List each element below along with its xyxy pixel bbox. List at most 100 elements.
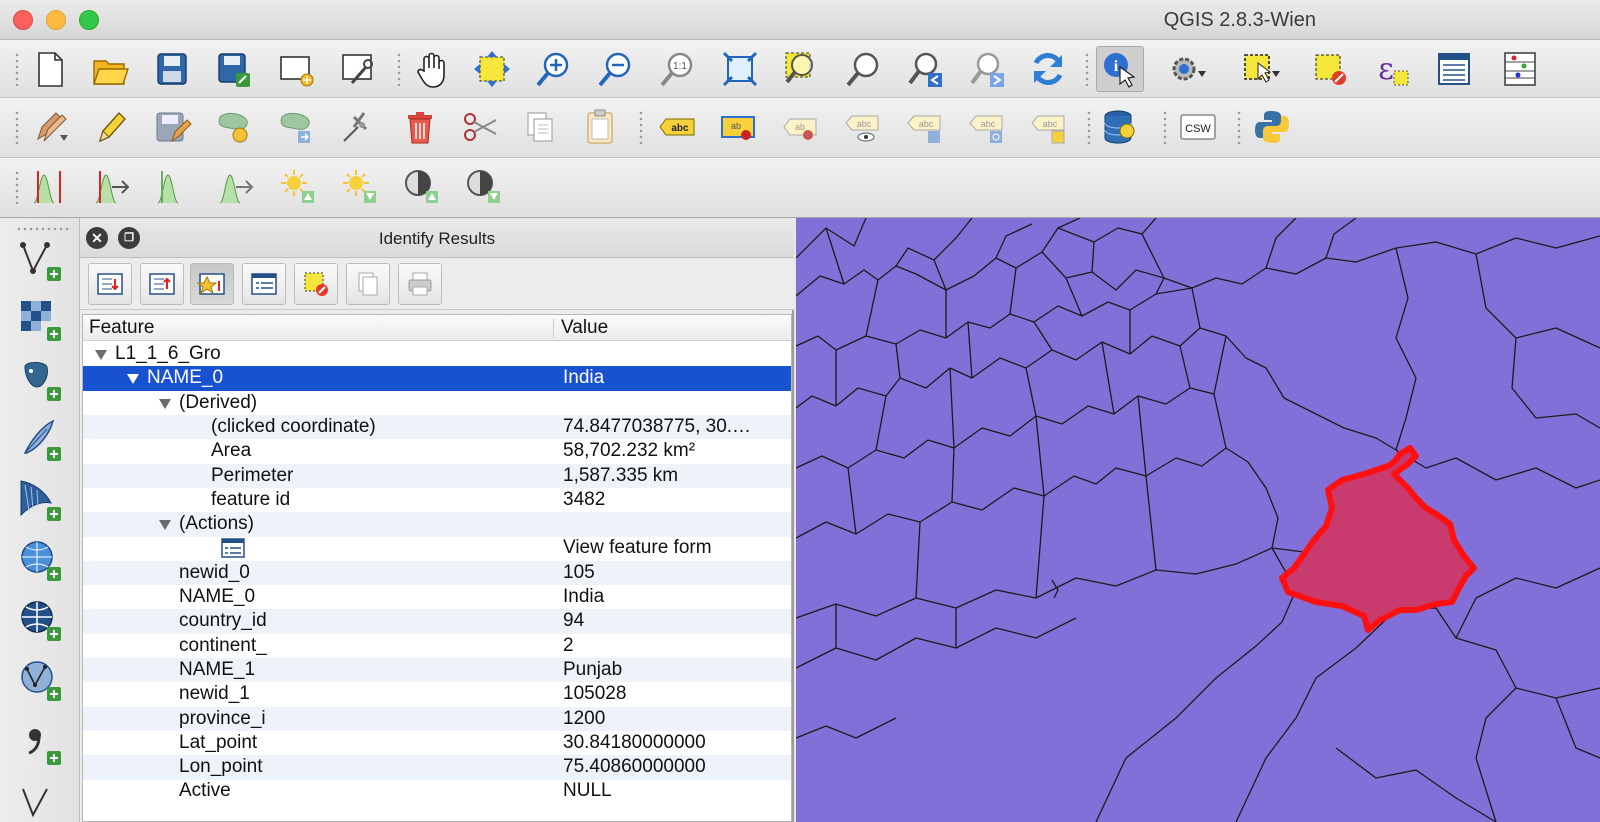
tree-row[interactable]: Active NULL xyxy=(83,779,791,804)
add-mssql-layer-icon[interactable] xyxy=(14,474,66,526)
add-feature-icon[interactable] xyxy=(210,104,258,150)
node-tool-icon[interactable] xyxy=(334,104,382,150)
identify-results-tree[interactable]: Feature Value L1_1_6_Gro NAME_0 India (Deri… xyxy=(82,314,792,822)
move-feature-icon[interactable] xyxy=(272,104,320,150)
zoom-out-icon[interactable] xyxy=(592,46,640,92)
zoom-actual-icon[interactable]: 1:1 xyxy=(654,46,702,92)
copy-feature-icon[interactable] xyxy=(346,263,390,305)
save-edits-icon[interactable] xyxy=(148,104,196,150)
expand-tree-icon[interactable] xyxy=(88,263,132,305)
tree-row[interactable]: NAME_1 Punjab xyxy=(83,657,791,683)
feature-form-icon[interactable] xyxy=(221,538,245,559)
select-feature-icon[interactable] xyxy=(1238,46,1286,92)
tree-row[interactable]: L1_1_6_Gro xyxy=(83,342,791,367)
toolbar-grip[interactable] xyxy=(14,170,20,204)
expand-arrow-icon[interactable] xyxy=(159,520,171,531)
toolbar-grip[interactable] xyxy=(1086,110,1092,144)
raster-local-cumulative-icon[interactable] xyxy=(212,164,260,210)
tree-row[interactable]: province_i 1200 xyxy=(83,706,791,731)
map-canvas[interactable] xyxy=(796,218,1600,822)
column-separator[interactable] xyxy=(553,318,554,338)
raster-histogram-stretch-icon[interactable] xyxy=(26,164,74,210)
pan-icon[interactable] xyxy=(408,46,456,92)
python-console-icon[interactable] xyxy=(1248,104,1296,150)
feature-column-header[interactable]: Feature xyxy=(89,317,154,339)
tree-row-selected[interactable]: NAME_0 India xyxy=(83,366,791,391)
tree-row[interactable]: View feature form xyxy=(83,536,791,561)
copy-features-icon[interactable] xyxy=(516,104,564,150)
statistics-icon[interactable] xyxy=(1496,46,1544,92)
refresh-icon[interactable] xyxy=(1024,46,1072,92)
add-postgis-layer-icon[interactable] xyxy=(14,354,66,406)
field-calculator-icon[interactable]: ε xyxy=(1368,46,1416,92)
toolbar-grip[interactable] xyxy=(396,52,402,86)
toolbar-grip[interactable] xyxy=(1084,52,1090,86)
pin-labels-icon[interactable]: ab xyxy=(714,104,762,150)
tree-row[interactable]: Lon_point 75.40860000000 xyxy=(83,755,791,780)
metasearch-icon[interactable]: CSW xyxy=(1174,104,1222,150)
increase-brightness-icon[interactable] xyxy=(274,164,322,210)
add-virtual-layer-icon[interactable] xyxy=(14,778,66,822)
add-spatialite-layer-icon[interactable] xyxy=(14,414,66,466)
tree-row[interactable]: feature id 3482 xyxy=(83,488,791,513)
save-as-icon[interactable] xyxy=(210,46,258,92)
expand-arrow-icon[interactable] xyxy=(127,374,139,385)
zoom-full-icon[interactable] xyxy=(716,46,764,92)
add-raster-layer-icon[interactable] xyxy=(14,294,66,346)
paste-features-icon[interactable] xyxy=(576,104,624,150)
move-label-icon[interactable]: abc xyxy=(900,104,948,150)
toggle-editing-icon[interactable] xyxy=(86,104,134,150)
tree-row[interactable]: country_id 94 xyxy=(83,609,791,634)
decrease-brightness-icon[interactable] xyxy=(336,164,384,210)
zoom-to-layer-icon[interactable] xyxy=(840,46,888,92)
pan-to-selection-icon[interactable] xyxy=(468,46,516,92)
composer-manager-icon[interactable] xyxy=(334,46,382,92)
tree-row[interactable]: NAME_0 India xyxy=(83,585,791,610)
tree-row[interactable]: (clicked coordinate) 74.8477038775, 30.… xyxy=(83,414,791,440)
open-project-icon[interactable] xyxy=(86,46,134,92)
collapse-tree-icon[interactable] xyxy=(140,263,184,305)
tree-row[interactable]: continent_ 2 xyxy=(83,634,791,659)
expand-arrow-icon[interactable] xyxy=(159,398,171,409)
new-print-composer-icon[interactable] xyxy=(272,46,320,92)
add-wcs-layer-icon[interactable] xyxy=(14,594,66,646)
expand-new-results-icon[interactable] xyxy=(190,263,234,305)
identify-icon[interactable]: i xyxy=(1096,46,1144,92)
run-feature-action-icon[interactable] xyxy=(1164,46,1212,92)
new-project-icon[interactable] xyxy=(26,46,74,92)
tree-row[interactable]: (Actions) xyxy=(83,512,791,537)
value-column-header[interactable]: Value xyxy=(561,317,608,339)
rotate-label-icon[interactable]: abc xyxy=(962,104,1010,150)
tree-row[interactable]: Area 58,702.232 km² xyxy=(83,439,791,464)
tree-row[interactable]: newid_1 105028 xyxy=(83,682,791,707)
tree-row[interactable]: newid_0 105 xyxy=(83,560,791,586)
db-manager-icon[interactable] xyxy=(1096,104,1144,150)
zoom-next-icon[interactable] xyxy=(964,46,1012,92)
toolbar-grip[interactable] xyxy=(16,226,70,232)
show-hide-labels-icon[interactable]: abc xyxy=(838,104,886,150)
decrease-contrast-icon[interactable] xyxy=(460,164,508,210)
zoom-in-icon[interactable] xyxy=(530,46,578,92)
toolbar-grip[interactable] xyxy=(14,110,20,144)
zoom-last-icon[interactable] xyxy=(902,46,950,92)
tree-row[interactable]: (Derived) xyxy=(83,391,791,416)
current-edits-icon[interactable] xyxy=(26,104,74,150)
cut-features-icon[interactable] xyxy=(456,104,504,150)
raster-local-stretch-icon[interactable] xyxy=(150,164,198,210)
open-form-icon[interactable] xyxy=(242,263,286,305)
toolbar-grip[interactable] xyxy=(1236,110,1242,144)
add-wms-layer-icon[interactable] xyxy=(14,534,66,586)
add-vector-layer-icon[interactable] xyxy=(14,234,66,286)
delete-selected-icon[interactable] xyxy=(396,104,444,150)
highlight-pinned-icon[interactable]: ab xyxy=(776,104,824,150)
print-icon[interactable] xyxy=(398,263,442,305)
toolbar-grip[interactable] xyxy=(638,110,644,144)
toolbar-grip[interactable] xyxy=(14,52,20,86)
attribute-table-icon[interactable] xyxy=(1430,46,1478,92)
tree-row[interactable]: Perimeter 1,587.335 km xyxy=(83,463,791,488)
change-label-icon[interactable]: abc xyxy=(1024,104,1072,150)
tree-row[interactable]: Lat_point 30.84180000000 xyxy=(83,731,791,756)
raster-cumulative-cut-icon[interactable] xyxy=(88,164,136,210)
expand-arrow-icon[interactable] xyxy=(95,350,107,360)
increase-contrast-icon[interactable] xyxy=(398,164,446,210)
